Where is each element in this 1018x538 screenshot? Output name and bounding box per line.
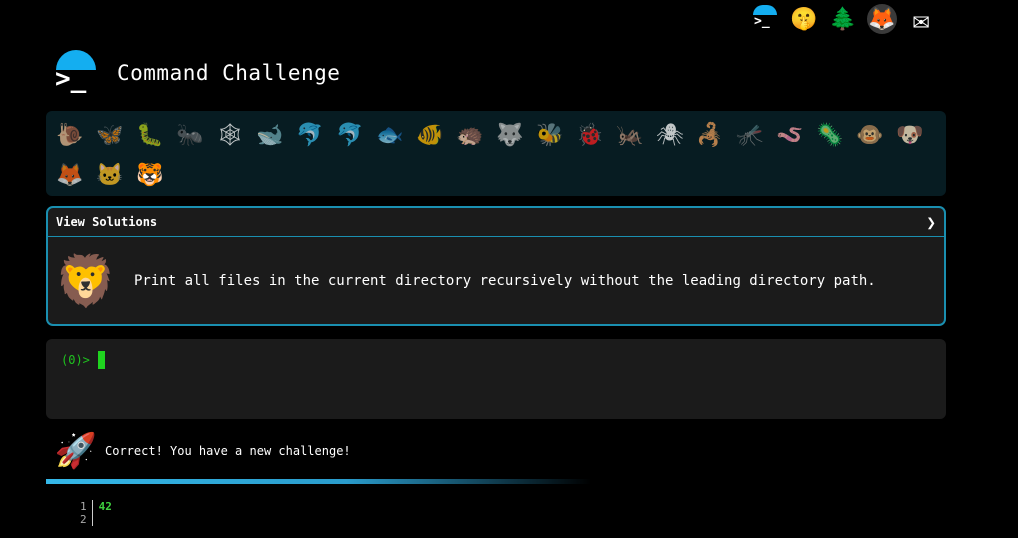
mail-icon[interactable]: ✉: [906, 3, 936, 36]
animal-challenge-icon[interactable]: 🪱: [770, 115, 810, 155]
status-message: 🚀 Correct! You have a new challenge!: [55, 430, 351, 472]
rocket-icon: 🚀: [54, 431, 98, 471]
challenge-panel: View Solutions ❯ 🦁 Print all files in th…: [46, 206, 946, 326]
animal-challenge-icon[interactable]: 🐌: [50, 115, 90, 155]
output-panel: 1 2 42: [80, 500, 112, 526]
animal-challenge-icon[interactable]: 🕸: [210, 115, 250, 155]
terminal-prompt: (0)>: [61, 353, 90, 367]
animal-challenge-icon[interactable]: 🦟: [730, 115, 770, 155]
shush-face-icon[interactable]: 🤫: [789, 4, 819, 34]
top-icon-bar: >_ 🤫 🌲 🦊 ✉: [750, 3, 936, 36]
animal-challenge-icon[interactable]: 🐯: [130, 155, 170, 195]
output-line: 42: [98, 500, 112, 513]
line-number-gutter: 1 2: [80, 500, 93, 526]
animal-challenge-icon[interactable]: 🐟: [370, 115, 410, 155]
status-text: Correct! You have a new challenge!: [105, 444, 351, 458]
terminal-cursor: [97, 351, 105, 369]
animal-challenge-icon[interactable]: 🦂: [690, 115, 730, 155]
animal-challenge-icon[interactable]: 🦠: [810, 115, 850, 155]
animal-challenge-icon[interactable]: 🕷: [650, 115, 690, 155]
animal-challenge-icon[interactable]: 🐞: [570, 115, 610, 155]
lion-avatar-icon: 🦁: [54, 251, 118, 310]
animal-challenge-icon[interactable]: 🐬: [290, 115, 330, 155]
app-logo-icon[interactable]: >_: [53, 50, 99, 96]
animal-challenge-icon[interactable]: 🐝: [530, 115, 570, 155]
animal-challenge-icon[interactable]: 🦋: [90, 115, 130, 155]
challenge-description: Print all files in the current directory…: [134, 273, 876, 289]
animal-challenge-icon[interactable]: 🦔: [450, 115, 490, 155]
animal-challenge-icon[interactable]: 🐱: [90, 155, 130, 195]
terminal-input[interactable]: (0)>: [46, 339, 946, 419]
view-solutions-label: View Solutions: [56, 215, 158, 229]
line-number: 2: [80, 513, 87, 526]
terminal-logo-icon[interactable]: >_: [750, 4, 780, 34]
page-header: >_ Command Challenge: [53, 50, 340, 96]
animal-challenge-icon[interactable]: 🐜: [170, 115, 210, 155]
animal-challenge-icon[interactable]: 🐬: [330, 115, 370, 155]
gitlab-icon[interactable]: 🦊: [867, 4, 897, 34]
line-number: 1: [80, 500, 87, 513]
animal-challenge-icon[interactable]: 🦊: [50, 155, 90, 195]
animal-challenge-icon[interactable]: 🐠: [410, 115, 450, 155]
animal-challenge-icon[interactable]: 🐵: [850, 115, 890, 155]
chevron-right-icon[interactable]: ❯: [926, 213, 936, 232]
animal-challenge-icon[interactable]: 🐛: [130, 115, 170, 155]
view-solutions-toggle[interactable]: View Solutions ❯: [48, 208, 944, 237]
progress-divider: [46, 479, 591, 484]
animal-challenge-icon[interactable]: 🐺: [490, 115, 530, 155]
animal-challenge-icon[interactable]: 🐋: [250, 115, 290, 155]
challenge-animal-list: 🐌 🦋 🐛 🐜 🕸 🐋 🐬 🐬 🐟 🐠 🦔 🐺 🐝 🐞 🦗 🕷 🦂 🦟 🪱 🦠 🐵 🐶 🦊 🐱 🐯: [46, 111, 946, 196]
animal-challenge-icon[interactable]: 🐶: [890, 115, 930, 155]
page-title: Command Challenge: [117, 61, 341, 85]
animal-challenge-icon[interactable]: 🦗: [610, 115, 650, 155]
tree-icon[interactable]: 🌲: [828, 4, 858, 34]
